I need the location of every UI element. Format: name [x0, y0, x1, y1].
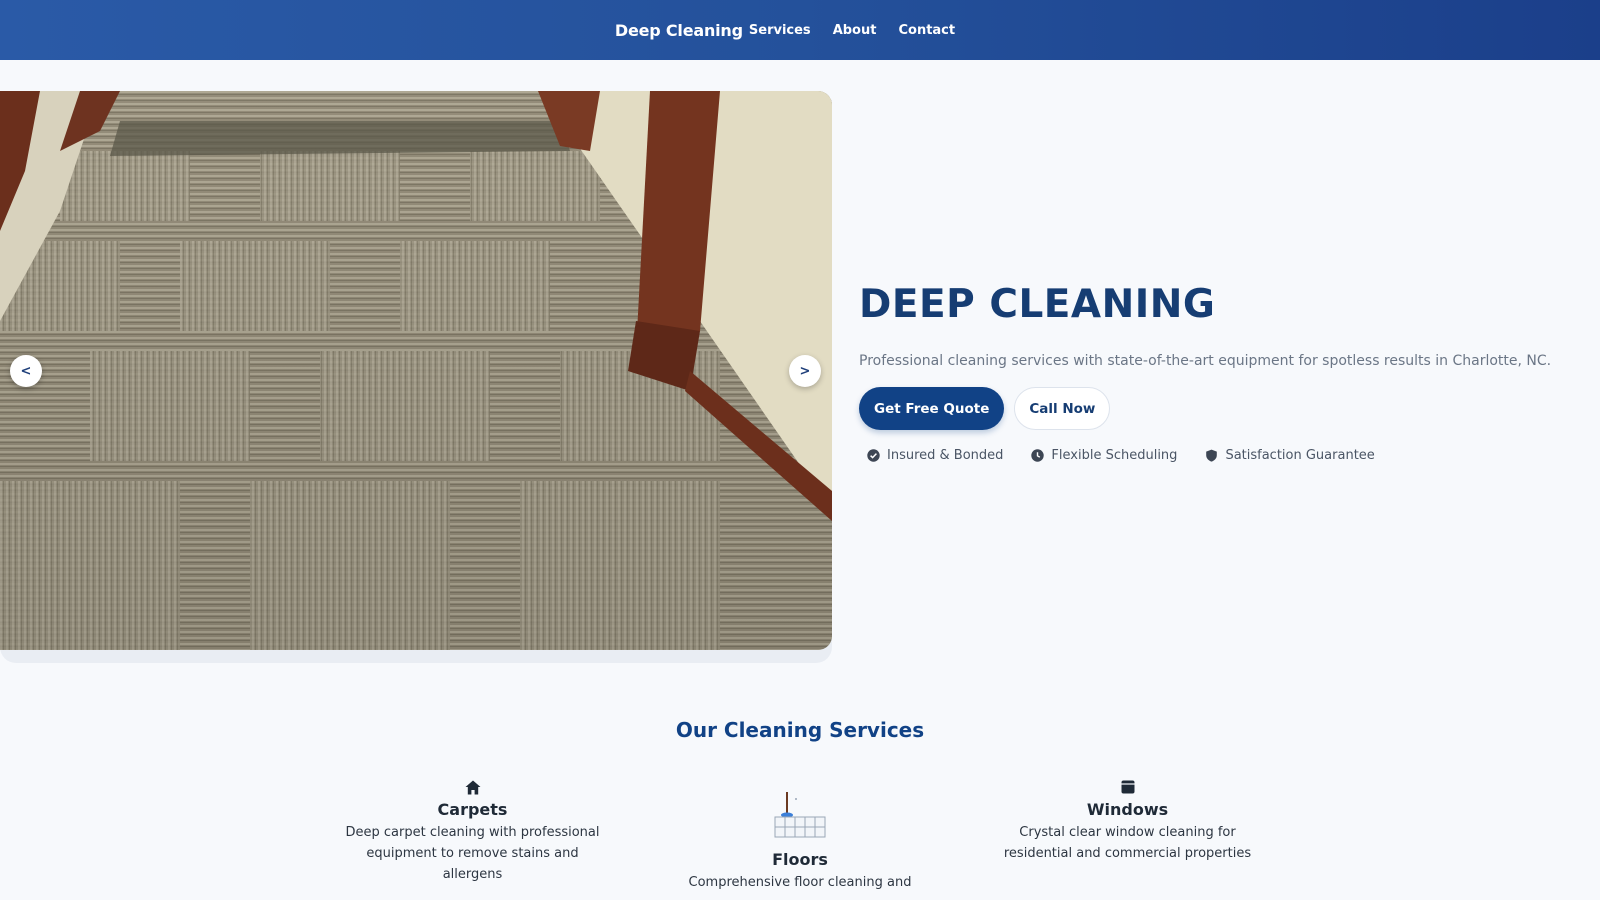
service-card-floors[interactable]: Floors Comprehensive floor cleaning and — [660, 790, 940, 893]
nav-link-services[interactable]: Services — [749, 23, 811, 38]
window-icon — [990, 780, 1265, 796]
service-name: Windows — [1086, 800, 1169, 819]
hero-title: DEEP CLEANING — [859, 282, 1216, 327]
home-icon — [335, 780, 610, 796]
hero-carousel: < > — [0, 91, 832, 663]
nav-link-contact[interactable]: Contact — [898, 23, 955, 38]
shield-icon — [1205, 449, 1218, 462]
brand-logo[interactable]: Deep Cleaning — [615, 21, 743, 40]
cta-buttons: Get Free Quote Call Now — [859, 387, 1579, 430]
feature-label: Flexible Scheduling — [1051, 448, 1178, 463]
check-circle-icon — [867, 449, 880, 462]
service-name: Floors — [772, 850, 828, 869]
carpet-hallway-photo — [0, 91, 832, 650]
carousel-slide-image — [0, 91, 832, 650]
clock-icon — [1031, 449, 1045, 462]
service-card-windows[interactable]: Windows Crystal clear window cleaning fo… — [990, 780, 1265, 864]
service-card-carpets[interactable]: Carpets Deep carpet cleaning with profes… — [335, 780, 610, 885]
carousel-next-button[interactable]: > — [789, 355, 821, 387]
hero-subtitle: Professional cleaning services with stat… — [859, 353, 1552, 369]
hero-content: DEEP CLEANING Professional cleaning serv… — [859, 279, 1579, 463]
services-heading: Our Cleaning Services — [675, 718, 925, 742]
trust-features: Insured & Bonded Flexible Scheduling Sat… — [859, 448, 1579, 463]
nav-menu: Deep Cleaning Services About Contact — [615, 21, 955, 40]
service-description: Crystal clear window cleaning for reside… — [1003, 825, 1252, 861]
floor-mop-icon — [660, 790, 940, 846]
nav-link-about[interactable]: About — [833, 23, 877, 38]
carousel-prev-button[interactable]: < — [10, 355, 42, 387]
feature-scheduling: Flexible Scheduling — [1031, 448, 1177, 463]
feature-label: Satisfaction Guarantee — [1225, 448, 1375, 463]
service-description: Deep carpet cleaning with professional e… — [345, 825, 600, 882]
top-navbar: Deep Cleaning Services About Contact — [0, 0, 1600, 60]
feature-insured: Insured & Bonded — [867, 448, 1003, 463]
feature-label: Insured & Bonded — [887, 448, 1004, 463]
get-free-quote-button[interactable]: Get Free Quote — [859, 387, 1005, 430]
feature-guarantee: Satisfaction Guarantee — [1205, 448, 1375, 463]
service-description: Comprehensive floor cleaning and — [688, 875, 912, 890]
service-name: Carpets — [437, 800, 508, 819]
call-now-button[interactable]: Call Now — [1014, 387, 1111, 430]
